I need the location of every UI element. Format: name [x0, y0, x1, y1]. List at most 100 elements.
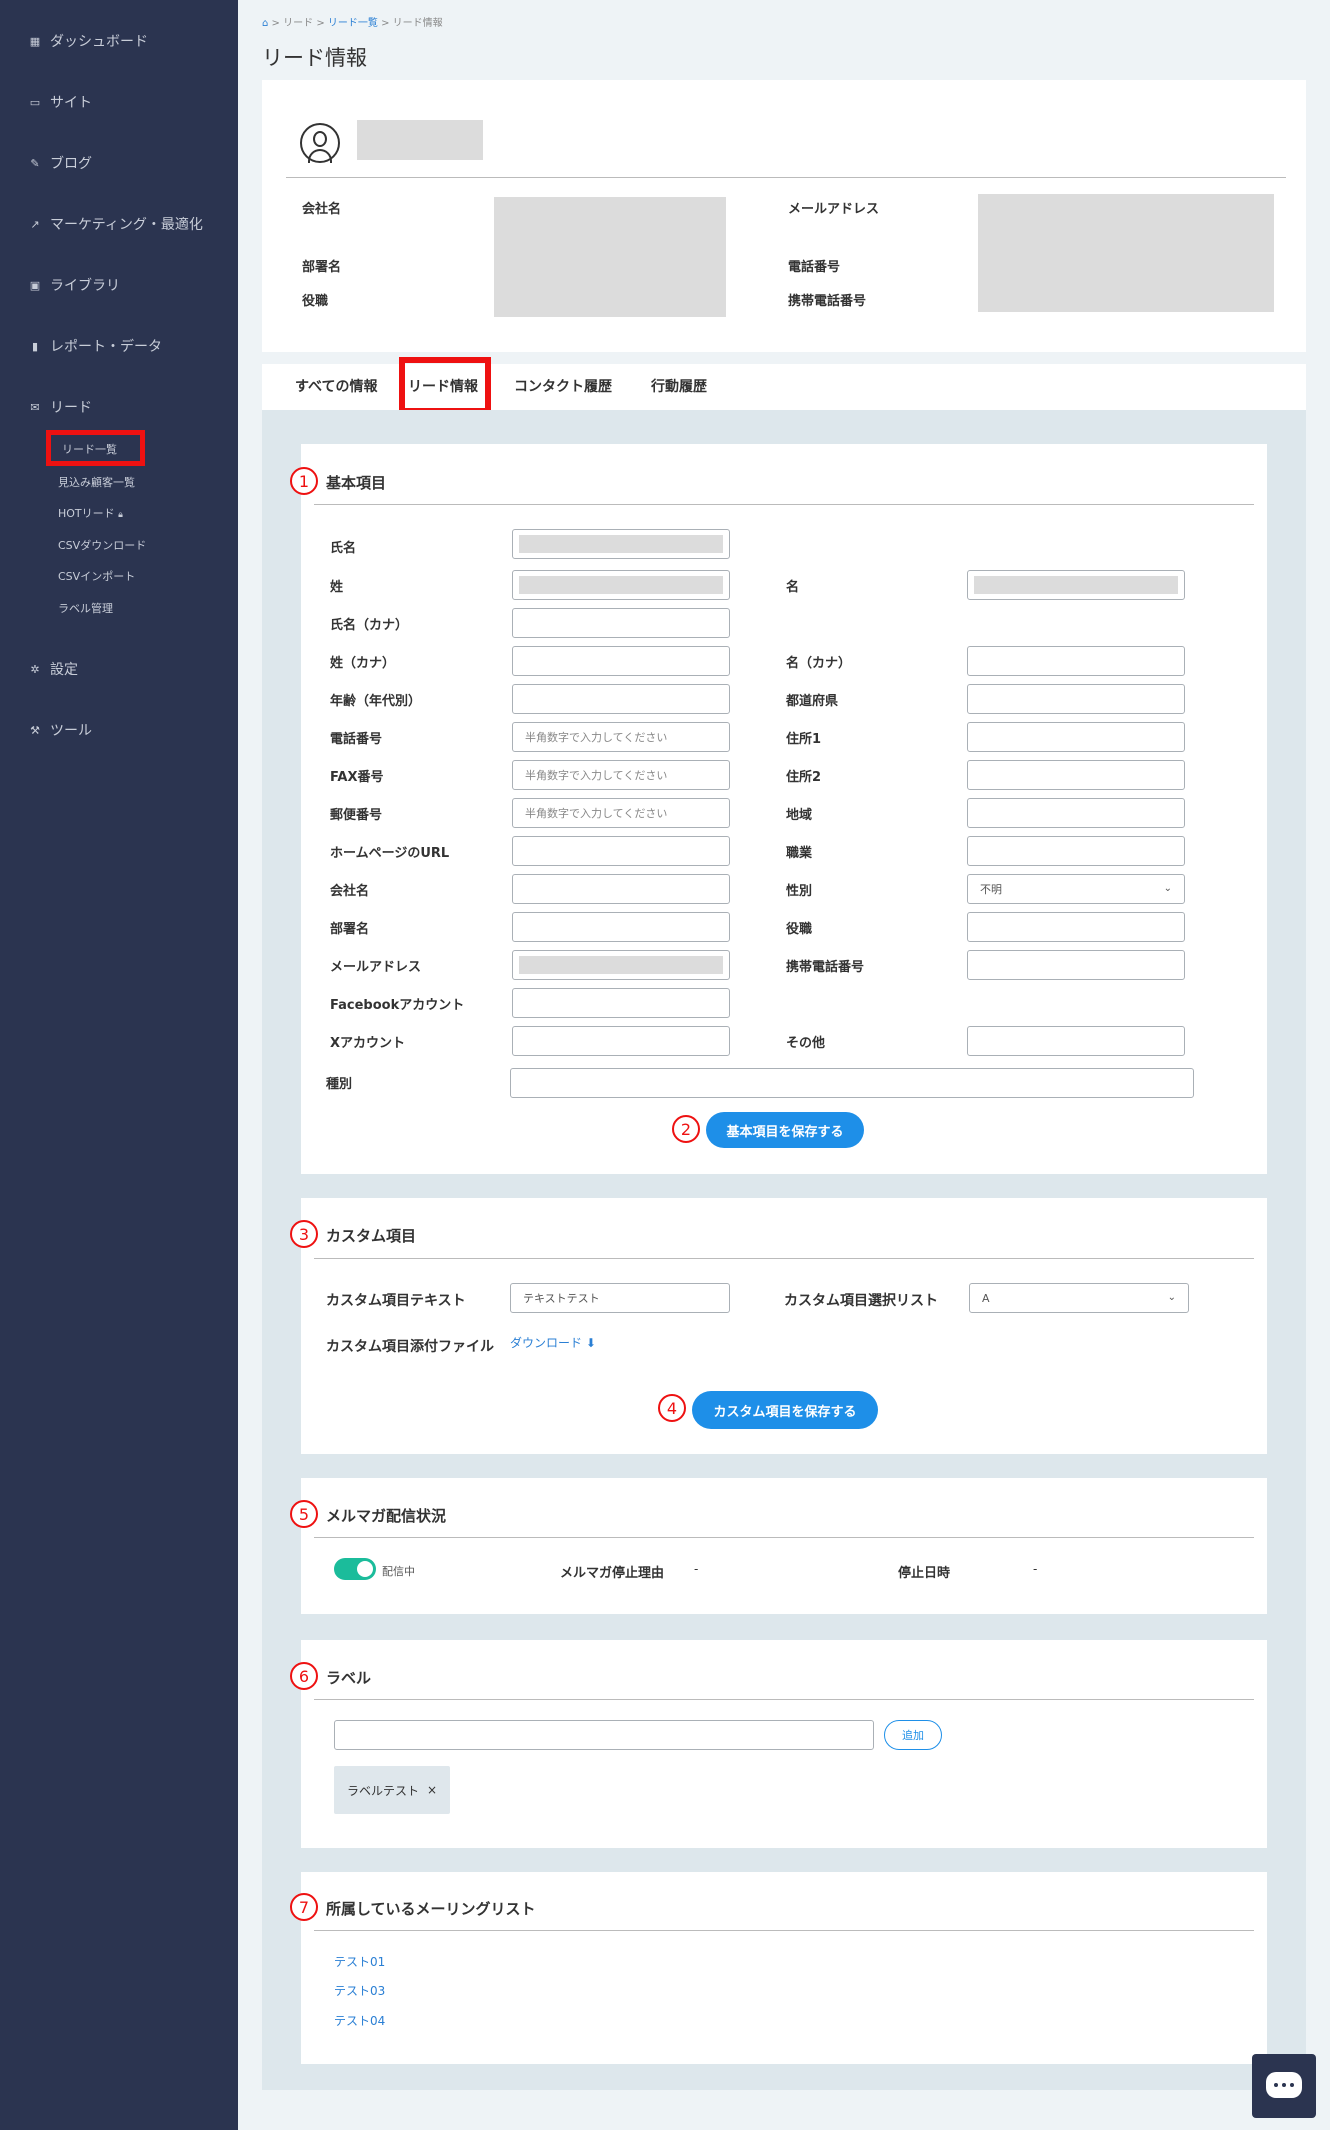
breadcrumb-lead-list[interactable]: リード一覧 [328, 18, 378, 29]
full-kana-input[interactable] [512, 608, 730, 638]
sidebar-item-report[interactable]: ▮ レポート・データ [28, 336, 162, 356]
image-icon: ▣ [29, 278, 41, 292]
last-kana-label: 姓（カナ） [330, 656, 396, 671]
mobile-input[interactable] [967, 950, 1185, 980]
phone-input[interactable]: 半角数字で入力してください [512, 722, 730, 752]
last-name-input[interactable] [512, 570, 730, 600]
homepage-input[interactable] [512, 836, 730, 866]
tab-all-info[interactable]: すべての情報 [295, 376, 377, 396]
full-name-label: 氏名 [330, 541, 357, 556]
gender-label: 性別 [786, 884, 813, 899]
page-title: リード情報 [262, 46, 367, 70]
breadcrumb-current: リード情報 [392, 18, 443, 29]
label-title: ラベル [326, 1669, 372, 1687]
job-input[interactable] [967, 836, 1185, 866]
sidebar-sub-hot-lead[interactable]: HOTリード 🔒︎ [58, 505, 123, 521]
region-input[interactable] [967, 798, 1185, 828]
first-name-label: 名 [786, 580, 800, 595]
divider [314, 1537, 1254, 1538]
sidebar-item-library[interactable]: ▣ ライブラリ [28, 275, 120, 295]
sidebar-item-tools[interactable]: ⚒ ツール [28, 720, 92, 740]
mailmag-section [301, 1478, 1267, 1614]
full-kana-label: 氏名（カナ） [330, 618, 409, 633]
addr2-label: 住所2 [786, 770, 822, 785]
sidebar-sub-prospects[interactable]: 見込み顧客一覧 [58, 474, 135, 490]
sidebar-item-site[interactable]: ▭ サイト [28, 92, 92, 112]
mailing-list-item[interactable]: テスト03 [334, 1982, 385, 1999]
position-field-label: 役職 [786, 922, 813, 937]
x-account-input[interactable] [512, 1026, 730, 1056]
prefecture-input[interactable] [967, 684, 1185, 714]
addr2-input[interactable] [967, 760, 1185, 790]
fax-input[interactable]: 半角数字で入力してください [512, 760, 730, 790]
sidebar-sub-csv-download[interactable]: CSVダウンロード [58, 537, 146, 553]
sidebar-sub-lead-list[interactable]: リード一覧 [62, 441, 117, 457]
type-input[interactable] [510, 1068, 1194, 1098]
sidebar-item-dashboard[interactable]: ▦ ダッシュボード [28, 31, 148, 51]
pencil-icon: ✎ [30, 156, 40, 170]
sidebar-item-marketing[interactable]: ↗ マーケティング・最適化 [28, 214, 203, 234]
breadcrumb-lead[interactable]: リード [283, 18, 313, 29]
delivery-toggle[interactable] [334, 1558, 376, 1580]
download-link[interactable]: ダウンロード ⬇ [510, 1334, 596, 1351]
label-input[interactable] [334, 1720, 874, 1750]
trend-icon: ↗ [30, 217, 40, 231]
first-kana-label: 名（カナ） [786, 656, 852, 671]
email-input[interactable] [512, 950, 730, 980]
sidebar-item-blog[interactable]: ✎ ブログ [28, 153, 92, 173]
chat-button[interactable] [1252, 2054, 1316, 2118]
facebook-input[interactable] [512, 988, 730, 1018]
divider [314, 504, 1254, 505]
dept-input[interactable] [512, 912, 730, 942]
label-tag: ラベルテスト × [334, 1766, 450, 1814]
annotation-5: 5 [290, 1500, 318, 1528]
sidebar-item-lead[interactable]: ✉ リード [28, 397, 92, 417]
annotation-7: 7 [290, 1893, 318, 1921]
avatar-icon [300, 123, 340, 163]
age-input[interactable] [512, 684, 730, 714]
profile-card: 会社名 メールアドレス 部署名 電話番号 役職 携帯電話番号 [262, 80, 1306, 352]
highlight-box [399, 357, 491, 414]
first-name-input[interactable] [967, 570, 1185, 600]
region-label: 地域 [786, 808, 813, 823]
divider [286, 177, 1286, 178]
close-icon[interactable]: × [427, 1783, 437, 1797]
addr1-input[interactable] [967, 722, 1185, 752]
save-custom-button[interactable]: カスタム項目を保存する [692, 1391, 878, 1429]
add-label-button[interactable]: 追加 [884, 1720, 942, 1750]
position-input[interactable] [967, 912, 1185, 942]
tab-contact-history[interactable]: コンタクト履歴 [514, 376, 612, 396]
mailing-list-item[interactable]: テスト01 [334, 1953, 385, 1970]
save-basic-button[interactable]: 基本項目を保存する [706, 1112, 864, 1148]
phone-label: 電話番号 [788, 260, 841, 275]
tab-action-history[interactable]: 行動履歴 [651, 376, 707, 396]
company-input[interactable] [512, 874, 730, 904]
custom-select[interactable]: A ⌄ [969, 1283, 1189, 1313]
mobile-label: 携帯電話番号 [788, 294, 867, 309]
sidebar-sub-csv-import[interactable]: CSVインポート [58, 568, 135, 584]
divider [314, 1930, 1254, 1931]
wrench-icon: ⚒ [30, 723, 40, 737]
x-account-label: Xアカウント [330, 1036, 406, 1051]
last-kana-input[interactable] [512, 646, 730, 676]
chevron-down-icon: ⌄ [1167, 1292, 1176, 1303]
other-input[interactable] [967, 1026, 1185, 1056]
gender-select[interactable]: 不明 ⌄ [967, 874, 1185, 904]
sidebar-sub-label-manage[interactable]: ラベル管理 [58, 600, 113, 616]
bar-chart-icon: ▮ [31, 339, 39, 353]
annotation-6: 6 [290, 1662, 318, 1690]
zip-input[interactable]: 半角数字で入力してください [512, 798, 730, 828]
gear-icon: ✲ [30, 662, 40, 676]
full-name-input[interactable] [512, 529, 730, 559]
annotation-1: 1 [290, 467, 318, 495]
first-kana-input[interactable] [967, 646, 1185, 676]
custom-text-input[interactable]: テキストテスト [510, 1283, 730, 1313]
sidebar-item-settings[interactable]: ✲ 設定 [28, 659, 78, 679]
stop-reason-label: メルマガ停止理由 [560, 1566, 665, 1581]
mail-icon: ✉ [30, 400, 40, 414]
mailing-list-item[interactable]: テスト04 [334, 2012, 385, 2029]
stop-date-label: 停止日時 [898, 1566, 951, 1581]
home-icon[interactable]: ⌂ [262, 18, 268, 29]
company-field-label: 会社名 [330, 884, 370, 899]
custom-text-label: カスタム項目テキスト [326, 1293, 466, 1309]
